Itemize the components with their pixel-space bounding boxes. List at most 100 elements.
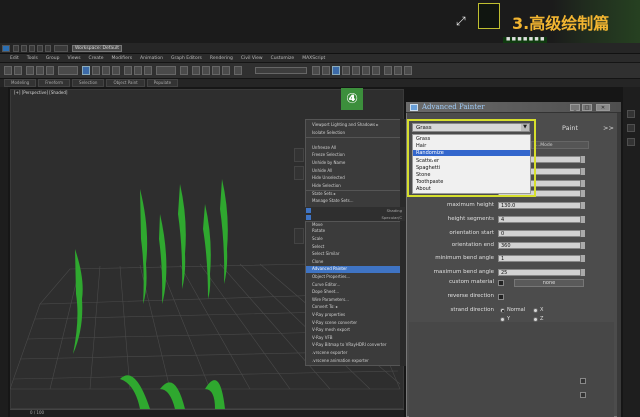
maximize-icon[interactable]: □ (582, 104, 592, 111)
select-by-name-icon[interactable] (92, 66, 100, 75)
rectangle-selection-icon[interactable] (102, 66, 110, 75)
expand-options-button[interactable]: >> (603, 124, 614, 132)
specular-slider[interactable]: Specular/C (305, 214, 405, 221)
menu-item[interactable]: Customize (271, 56, 295, 61)
bind-space-warp-icon[interactable] (46, 66, 54, 75)
paint-button[interactable]: Paint (562, 124, 578, 132)
ribbon-tab[interactable]: Freeform (38, 79, 71, 87)
param-field[interactable]: 1 (498, 255, 584, 262)
menu-item[interactable]: Views (68, 56, 81, 61)
render-production-icon[interactable] (404, 66, 412, 75)
menu-item[interactable]: Edit (10, 56, 19, 61)
reverse-direction-checkbox[interactable] (498, 294, 504, 300)
selection-filter-dropdown[interactable] (58, 66, 78, 75)
quad-menu-item[interactable]: Rotate (306, 228, 406, 234)
quad-menu-item[interactable]: Select Similar (306, 251, 406, 257)
slider-knob[interactable] (306, 208, 311, 213)
quad-menu-item[interactable]: Manage State Sets... (306, 198, 406, 204)
spinner-arrows-icon[interactable] (580, 202, 585, 209)
spinner-arrows-icon[interactable] (580, 216, 585, 223)
option-checkbox[interactable] (580, 378, 586, 384)
spinner-arrows-icon[interactable] (580, 168, 585, 175)
quad-menu-item[interactable]: Isolate Selection (306, 130, 406, 136)
quad-menu-item[interactable]: Unfreeze All (306, 145, 406, 151)
param-field[interactable]: 130.0 (498, 202, 584, 209)
redo-tool-icon[interactable] (14, 66, 22, 75)
panel-button[interactable] (627, 124, 635, 132)
quad-menu-item[interactable]: Freeze Selection (306, 152, 406, 158)
open-file-icon[interactable] (21, 45, 27, 52)
select-object-icon[interactable] (82, 66, 90, 75)
material-editor-icon[interactable] (372, 66, 380, 75)
reference-coordinate-dropdown[interactable] (156, 66, 176, 75)
spinner-arrows-icon[interactable] (580, 269, 585, 276)
quad-menu-item[interactable]: Advanced Painter (306, 266, 406, 273)
rendered-frame-window-icon[interactable] (394, 66, 402, 75)
radio-normal[interactable] (500, 308, 505, 313)
save-file-icon[interactable] (29, 45, 35, 52)
menu-item[interactable]: Create (89, 56, 104, 61)
panel-button[interactable] (627, 138, 635, 146)
custom-material-button[interactable]: none (514, 279, 584, 287)
quad-menu-item[interactable]: Move (306, 220, 406, 227)
radio-x[interactable] (533, 308, 538, 313)
angle-snap-icon[interactable] (202, 66, 210, 75)
menu-item[interactable]: Modifiers (112, 56, 133, 61)
menu-item[interactable]: Graph Editors (171, 56, 202, 61)
param-field[interactable]: 0 (498, 230, 584, 237)
menu-item[interactable]: Tools (27, 56, 38, 61)
snap-toggle-icon[interactable] (192, 66, 200, 75)
spinner-snap-icon[interactable] (222, 66, 230, 75)
quad-menu-item[interactable]: V-Ray VFB (306, 335, 406, 341)
align-icon[interactable] (322, 66, 330, 75)
mirror-icon[interactable] (312, 66, 320, 75)
quad-menu-item[interactable]: Select (306, 244, 406, 250)
ribbon-tab[interactable]: Object Paint (106, 79, 145, 87)
custom-material-checkbox[interactable] (498, 280, 504, 286)
scale-icon[interactable] (144, 66, 152, 75)
menu-item[interactable]: MAXScript (302, 56, 325, 61)
ribbon-tab[interactable]: Selection (72, 79, 105, 87)
panel-button[interactable] (627, 110, 635, 118)
quad-menu-item[interactable]: Convert To: ▸ (306, 304, 406, 310)
quad-menu-item[interactable]: V-Ray Bitmap to VRayHDRI converter (306, 342, 406, 348)
quad-menu-item[interactable]: Scale (306, 236, 406, 242)
quad-menu-item[interactable]: Unhide by Name (306, 160, 406, 166)
time-slider[interactable] (10, 409, 404, 417)
rotate-icon[interactable] (134, 66, 142, 75)
redo-icon[interactable] (45, 45, 51, 52)
viewport-label[interactable]: [+] [Perspective] [Shaded] (14, 90, 68, 95)
workspace-combo[interactable]: Workspace: Default (72, 45, 122, 52)
shading-slider[interactable]: Shading (305, 207, 405, 214)
percent-snap-icon[interactable] (212, 66, 220, 75)
painter-scrollbar[interactable] (617, 113, 621, 417)
param-field[interactable]: 4 (498, 216, 584, 223)
minimize-icon[interactable]: _ (570, 104, 580, 111)
ribbon-tab[interactable]: Populate (146, 79, 179, 87)
quad-menu-item[interactable]: V-Ray mesh export (306, 327, 406, 333)
render-setup-icon[interactable] (384, 66, 392, 75)
quad-menu-item[interactable]: V-Ray scene converter (306, 320, 406, 326)
close-icon[interactable]: ✕ (596, 104, 610, 111)
named-selection-combo[interactable] (255, 67, 307, 74)
slider-knob[interactable] (306, 215, 311, 220)
app-logo-icon[interactable] (2, 45, 10, 52)
spinner-arrows-icon[interactable] (580, 156, 585, 163)
param-field[interactable]: 360 (498, 242, 584, 249)
menu-item[interactable]: Rendering (210, 56, 233, 61)
quad-menu-item[interactable]: Hide Selection (306, 183, 406, 189)
quad-menu-item[interactable]: Unhide All (306, 168, 406, 174)
painter-mode-tab[interactable]: ...Mode (531, 141, 589, 149)
spinner-arrows-icon[interactable] (580, 180, 585, 187)
spinner-arrows-icon[interactable] (580, 230, 585, 237)
menu-item[interactable]: Animation (140, 56, 163, 61)
menu-item[interactable]: Civil View (241, 56, 263, 61)
quad-menu-item[interactable]: Clone (306, 259, 406, 265)
spinner-arrows-icon[interactable] (580, 255, 585, 262)
undo-icon[interactable] (37, 45, 43, 52)
quad-menu-item[interactable]: .vrscene exporter (306, 350, 406, 356)
quad-menu-item[interactable]: .vrscene animation exporter (306, 358, 406, 364)
edit-named-selection-icon[interactable] (234, 66, 242, 75)
layer-explorer-icon[interactable] (332, 66, 340, 75)
quad-menu-item[interactable]: State Sets ▸ (306, 190, 406, 196)
